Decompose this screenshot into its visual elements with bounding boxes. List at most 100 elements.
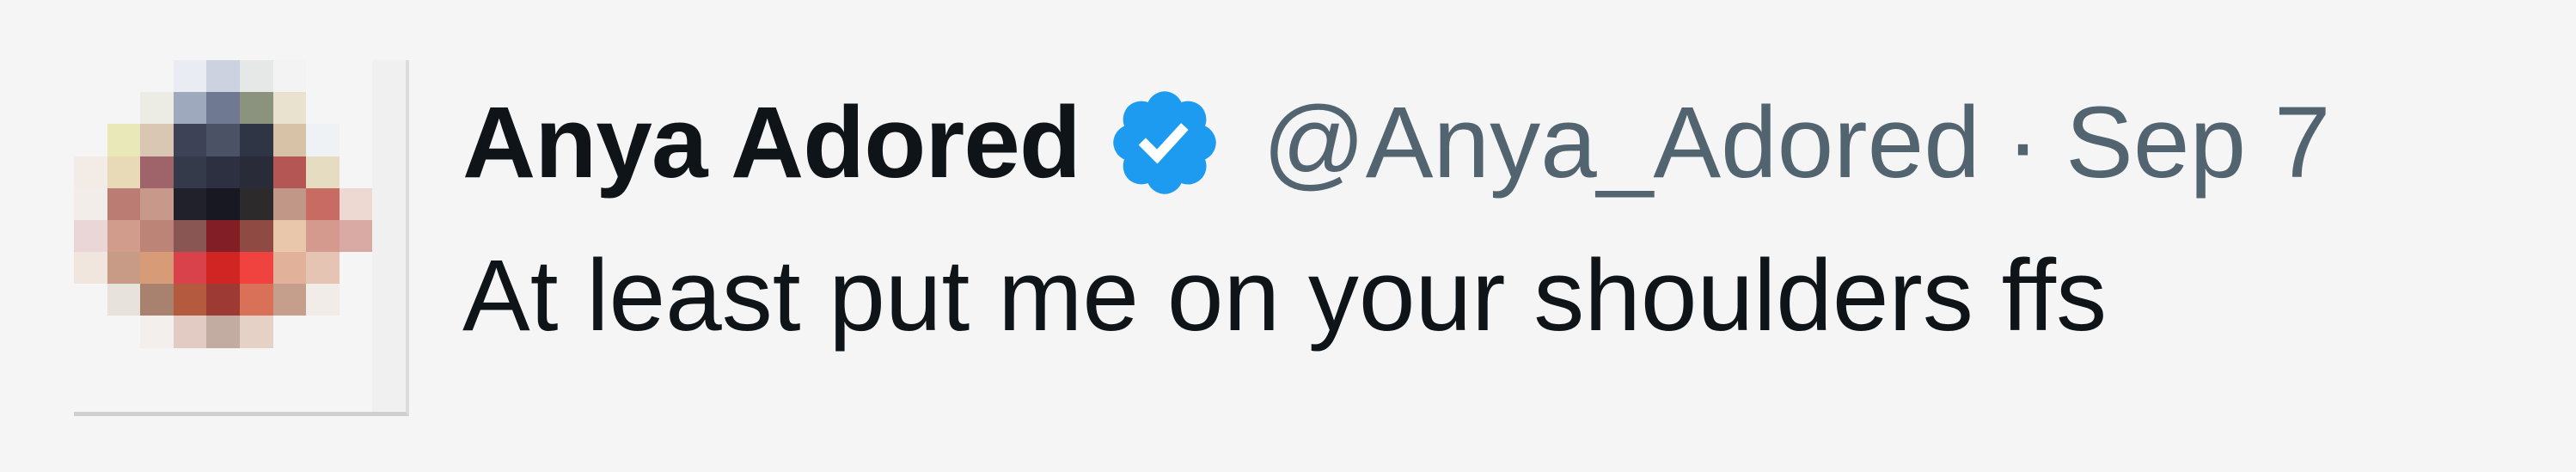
avatar-pixel	[306, 284, 340, 316]
avatar-pixel	[173, 379, 207, 412]
avatar-pixel	[306, 60, 340, 93]
avatar-pixel	[140, 219, 174, 253]
tweet-header: Anya Adored @Anya_Adored · Sep 7	[462, 83, 2525, 203]
avatar-pixel	[140, 156, 174, 188]
avatar-pixel	[239, 60, 273, 93]
avatar-pixel	[306, 156, 340, 188]
avatar-pixel	[206, 284, 240, 316]
avatar-pixel	[173, 60, 207, 93]
avatar-pixel	[107, 347, 141, 380]
avatar-pixel	[74, 347, 107, 380]
avatar-pixel	[272, 284, 307, 316]
avatar-pixel	[239, 92, 273, 125]
avatar-pixel	[173, 156, 207, 188]
avatar-pixel	[272, 316, 307, 348]
avatar-pixel	[107, 379, 141, 412]
avatar-pixel	[272, 252, 307, 285]
avatar-pixel	[239, 284, 273, 316]
avatar-pixel	[372, 219, 406, 253]
avatar-pixel	[74, 60, 107, 93]
avatar-pixel	[140, 347, 174, 380]
avatar-pixel	[339, 379, 373, 412]
avatar-pixel	[140, 252, 174, 285]
avatar-pixel	[339, 347, 373, 380]
avatar-pixel	[239, 379, 273, 412]
avatar-pixel	[74, 124, 107, 156]
author-name[interactable]: Anya Adored	[462, 84, 1081, 201]
avatar-pixel	[272, 92, 307, 125]
avatar-pixel	[306, 219, 340, 253]
avatar-pixel	[239, 187, 273, 220]
avatar-pixel	[74, 284, 107, 316]
avatar-pixel	[372, 156, 406, 188]
avatar-pixel	[140, 124, 174, 156]
avatar-pixel	[107, 187, 141, 220]
author-handle[interactable]: @Anya_Adored	[1263, 84, 1980, 201]
avatar-pixel	[74, 379, 107, 412]
avatar-pixel	[339, 60, 373, 93]
avatar-pixel	[107, 92, 141, 125]
avatar-pixel	[339, 92, 373, 125]
avatar-pixel	[339, 187, 373, 220]
avatar-pixel	[107, 60, 141, 93]
avatar-pixel	[306, 124, 340, 156]
avatar-pixel	[339, 252, 373, 285]
avatar-pixel	[306, 187, 340, 220]
avatar-pixel	[206, 60, 240, 93]
avatar-pixel	[206, 187, 240, 220]
avatar-pixel	[372, 252, 406, 285]
avatar-pixel	[306, 347, 340, 380]
avatar-pixel	[239, 156, 273, 188]
avatar-pixel	[107, 124, 141, 156]
avatar-pixel	[74, 156, 107, 188]
avatar-pixel	[239, 219, 273, 253]
avatar-pixel	[206, 252, 240, 285]
avatar-pixel	[74, 252, 107, 285]
avatar-pixel	[206, 219, 240, 253]
avatar-pixel	[306, 92, 340, 125]
tweet-content: Anya Adored @Anya_Adored · Sep 7 At leas…	[462, 83, 2525, 354]
avatar-pixel	[272, 219, 307, 253]
avatar-pixel	[372, 92, 406, 125]
avatar-pixel	[306, 379, 340, 412]
avatar-pixel	[173, 252, 207, 285]
avatar-pixel	[140, 316, 174, 348]
avatar-pixel	[272, 156, 307, 188]
avatar-pixel	[173, 284, 207, 316]
avatar-pixel	[74, 219, 107, 253]
tweet-text: At least put me on your shoulders ffs	[462, 239, 2108, 352]
avatar-pixel	[140, 284, 174, 316]
avatar-pixel	[306, 252, 340, 285]
avatar-pixel	[173, 92, 207, 125]
avatar-pixel	[339, 219, 373, 253]
avatar-pixel	[372, 124, 406, 156]
avatar-pixel	[206, 379, 240, 412]
avatar-pixel	[74, 316, 107, 348]
avatar-pixel	[339, 156, 373, 188]
avatar-pixel	[107, 252, 141, 285]
avatar-pixel	[272, 124, 307, 156]
avatar-pixel	[239, 347, 273, 380]
avatar-pixel	[140, 60, 174, 93]
avatar-pixel	[239, 124, 273, 156]
avatar-pixel	[74, 92, 107, 125]
avatar-pixel	[173, 187, 207, 220]
avatar-pixel	[339, 316, 373, 348]
avatar-pixel	[74, 187, 107, 220]
tweet-date[interactable]: Sep 7	[2065, 84, 2330, 201]
avatar-pixel	[206, 316, 240, 348]
avatar-pixel	[107, 316, 141, 348]
verified-badge-icon	[1113, 91, 1216, 194]
tweet[interactable]: Anya Adored @Anya_Adored · Sep 7 At leas…	[0, 0, 2576, 472]
avatar-pixel	[107, 219, 141, 253]
avatar-pixel	[272, 379, 307, 412]
avatar-pixel	[339, 124, 373, 156]
avatar[interactable]	[74, 60, 409, 416]
avatar-pixel	[140, 379, 174, 412]
avatar-pixel	[173, 124, 207, 156]
separator-dot: ·	[2005, 86, 2041, 199]
avatar-pixel	[206, 156, 240, 188]
avatar-pixel	[272, 347, 307, 380]
avatar-pixel	[372, 187, 406, 220]
avatar-pixel	[206, 347, 240, 380]
